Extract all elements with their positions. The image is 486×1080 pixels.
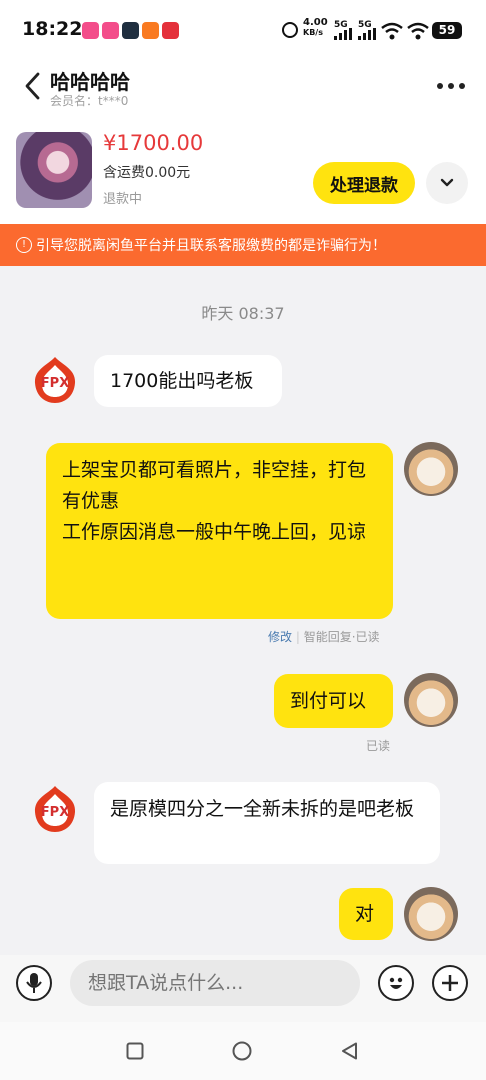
chat-timestamp: 昨天 08:37	[201, 304, 285, 323]
wifi-icon	[407, 22, 429, 40]
read-status: 已读	[366, 739, 391, 753]
my-avatar[interactable]	[404, 887, 458, 941]
my-avatar[interactable]	[404, 442, 458, 496]
battery-indicator: 59	[432, 22, 462, 39]
fpx-logo-icon: FPX	[34, 786, 76, 832]
emoji-icon	[389, 977, 403, 989]
warning-text: 引导您脱离闲鱼平台并且联系客服缴费的都是诈骗行为！	[36, 238, 386, 254]
edit-link[interactable]: 修改	[268, 630, 292, 644]
read-status: 智能回复·已读	[303, 630, 380, 644]
order-status: 退款中	[103, 192, 143, 207]
message-bubble[interactable]: 是原模四分之一全新未拆的是吧老板	[94, 782, 440, 864]
warning-icon: !	[16, 237, 32, 253]
app-notification-icon	[142, 22, 159, 39]
wifi-icon	[381, 22, 403, 40]
other-user-avatar[interactable]: FPX	[28, 353, 82, 407]
more-icon[interactable]	[436, 82, 466, 90]
plus-icon	[442, 975, 458, 991]
chevron-down-icon	[440, 178, 454, 187]
nav-circle-icon[interactable]	[232, 1041, 252, 1061]
nav-back-icon[interactable]	[341, 1042, 359, 1060]
status-time: 18:22	[22, 18, 83, 40]
net-speed: 4.00 KB/s	[303, 17, 328, 38]
svg-text:FPX: FPX	[41, 376, 69, 391]
product-price: ¥1700.00	[103, 131, 204, 155]
nav-square-icon[interactable]	[126, 1042, 144, 1060]
shipping-fee: 含运费0.00元	[103, 165, 191, 181]
process-refund-button[interactable]: 处理退款	[313, 162, 415, 204]
page-title: 哈哈哈哈	[50, 70, 130, 94]
app-notification-icon	[102, 22, 119, 39]
app-notification-icon	[162, 22, 179, 39]
signal-icon	[334, 28, 352, 40]
message-bubble[interactable]: 对	[339, 888, 393, 940]
message-bubble[interactable]: 上架宝贝都可看照片，非空挂，打包有优惠 工作原因消息一般中午晚上回，见谅	[46, 443, 393, 619]
message-meta: 修改 | 智能回复·已读	[268, 630, 380, 644]
signal-icon	[358, 28, 376, 40]
alarm-icon	[282, 22, 298, 38]
member-name: 会员名：t***0	[50, 94, 129, 108]
my-avatar[interactable]	[404, 673, 458, 727]
app-notification-icon	[82, 22, 99, 39]
message-input[interactable]	[70, 960, 360, 1006]
message-bubble[interactable]: 1700能出吗老板	[94, 355, 282, 407]
app-notification-icon	[122, 22, 139, 39]
emoji-button[interactable]	[378, 965, 414, 1001]
fpx-logo-icon: FPX	[34, 357, 76, 403]
voice-button[interactable]	[16, 965, 52, 1001]
message-bubble[interactable]: 到付可以	[274, 674, 393, 728]
voice-icon	[26, 973, 42, 993]
plus-button[interactable]	[432, 965, 468, 1001]
other-user-avatar[interactable]: FPX	[28, 782, 82, 836]
expand-button[interactable]	[426, 162, 468, 204]
svg-text:FPX: FPX	[41, 805, 69, 820]
product-thumbnail[interactable]	[16, 132, 92, 208]
back-arrow-icon[interactable]	[24, 72, 40, 100]
